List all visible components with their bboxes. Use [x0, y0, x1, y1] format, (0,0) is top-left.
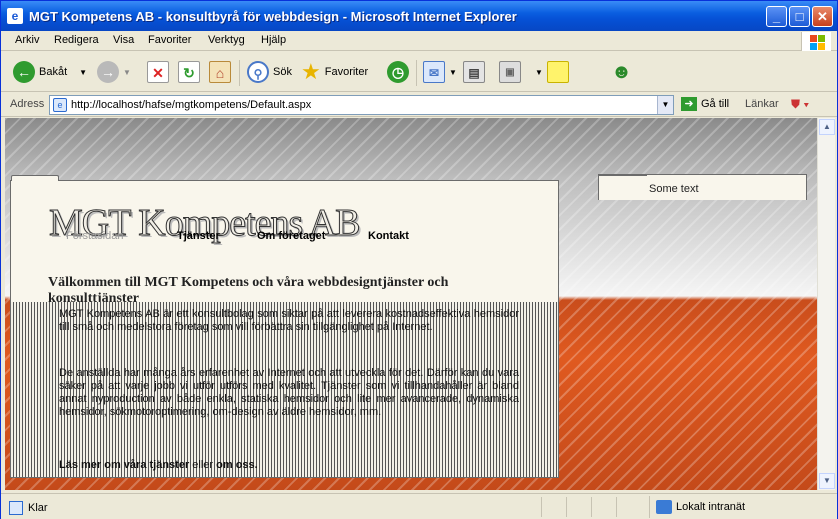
links-button[interactable]: Länkar	[745, 98, 779, 110]
address-dropdown-icon[interactable]: ▼	[657, 96, 673, 114]
scroll-down-arrow-icon[interactable]: ▼	[819, 473, 835, 489]
refresh-icon: ↻	[178, 61, 200, 83]
page-icon: e	[53, 98, 67, 112]
body-panel: MGT Kompetens AB är ett konsultbolag som…	[10, 302, 559, 478]
minimize-button[interactable]: _	[766, 6, 787, 27]
forward-dropdown-icon[interactable]: ▼	[123, 68, 131, 77]
messenger-button[interactable]: ☻	[611, 59, 632, 85]
menu-arkiv[interactable]: Arkiv	[15, 34, 39, 46]
search-label: Sök	[273, 66, 292, 78]
links-addon-icon[interactable]: ⛊ ▾	[791, 97, 809, 112]
stop-button[interactable]: ✕	[147, 59, 173, 85]
page-status-icon	[9, 501, 23, 515]
refresh-button[interactable]: ↻	[178, 59, 204, 85]
go-arrow-icon: ➜	[681, 97, 697, 111]
panel-tab	[11, 175, 59, 181]
forward-button[interactable]: → ▼	[97, 59, 131, 85]
address-url[interactable]: http://localhost/hafse/mgtkompetens/Defa…	[71, 99, 311, 111]
nav-tjanster[interactable]: Tjänster	[177, 230, 220, 242]
close-button[interactable]: ✕	[812, 6, 833, 27]
nav-kontakt[interactable]: Kontakt	[368, 230, 409, 242]
status-label: Klar	[28, 502, 48, 514]
security-zone: Lokalt intranät	[649, 496, 835, 518]
go-button[interactable]: ➜ Gå till	[681, 97, 729, 111]
maximize-button[interactable]: □	[789, 6, 810, 27]
edit-icon: ▣	[499, 61, 521, 83]
edit-button[interactable]: ▣ ▼	[499, 59, 543, 85]
edit-dropdown-icon[interactable]: ▼	[535, 68, 543, 77]
search-button[interactable]: ⚲ Sök	[247, 59, 292, 85]
menu-favoriter[interactable]: Favoriter	[148, 34, 191, 46]
menu-bar: Arkiv Redigera Visa Favoriter Verktyg Hj…	[1, 31, 837, 51]
about-link[interactable]: om oss.	[216, 459, 258, 471]
favorites-button[interactable]: ★ Favoriter	[301, 59, 368, 85]
menu-verktyg[interactable]: Verktyg	[208, 34, 245, 46]
menu-redigera[interactable]: Redigera	[54, 34, 99, 46]
back-button[interactable]: ← Bakåt ▼	[13, 59, 87, 85]
vertical-scrollbar[interactable]: ▲ ▼	[817, 118, 835, 490]
nav-forstasidan[interactable]: Förstasidan	[66, 230, 123, 242]
side-text: Some text	[649, 183, 699, 195]
messenger-icon: ☻	[611, 60, 633, 83]
title-bar: e MGT Kompetens AB - konsultbyrå för web…	[1, 1, 837, 31]
intro-paragraph: MGT Kompetens AB är ett konsultbolag som…	[59, 308, 519, 333]
back-dropdown-icon[interactable]: ▼	[79, 68, 87, 77]
menu-hjalp[interactable]: Hjälp	[261, 34, 286, 46]
address-label: Adress	[10, 98, 45, 110]
nav-om-foretaget[interactable]: Om företaget	[257, 230, 325, 242]
mail-dropdown-icon[interactable]: ▼	[449, 68, 457, 77]
history-button[interactable]: ◷	[387, 59, 413, 85]
header-panel: MGT Kompetens AB Förstasidan Tjänster Om…	[10, 175, 559, 306]
mail-button[interactable]: ✉ ▼	[423, 59, 457, 85]
print-icon: ▤	[463, 61, 485, 83]
experience-paragraph: De anställda har många års erfarenhet av…	[59, 367, 519, 418]
search-icon: ⚲	[247, 61, 269, 83]
intranet-icon	[656, 500, 672, 514]
page-viewport: MGT Kompetens AB Förstasidan Tjänster Om…	[5, 118, 817, 490]
address-input[interactable]: e http://localhost/hafse/mgtkompetens/De…	[49, 95, 674, 115]
favorites-label: Favoriter	[324, 66, 369, 78]
side-box: Some text	[598, 174, 807, 200]
forward-arrow-icon: →	[97, 61, 119, 83]
ie-icon: e	[7, 8, 23, 24]
note-icon	[547, 61, 569, 83]
discuss-button[interactable]	[547, 59, 573, 85]
go-label: Gå till	[701, 98, 730, 110]
star-icon: ★	[301, 59, 321, 84]
address-bar: Adress e http://localhost/hafse/mgtkompe…	[1, 93, 837, 117]
side-tab	[599, 174, 647, 178]
services-link[interactable]: Läs mer om våra tjänster	[59, 459, 189, 471]
back-arrow-icon: ←	[13, 61, 35, 83]
history-icon: ◷	[387, 61, 409, 83]
toolbar: ← Bakåt ▼ → ▼ ✕ ↻ ⌂ ⚲ Sök ★ Favoriter ◷	[1, 52, 837, 92]
scroll-up-arrow-icon[interactable]: ▲	[819, 119, 835, 135]
home-icon: ⌂	[209, 61, 231, 83]
mail-icon: ✉	[423, 61, 445, 83]
status-bar: Klar Lokalt intranät	[1, 493, 837, 519]
browser-window: e MGT Kompetens AB - konsultbyrå för web…	[0, 0, 838, 519]
stop-icon: ✕	[147, 61, 169, 83]
window-title: MGT Kompetens AB - konsultbyrå för webbd…	[29, 9, 517, 24]
back-label: Bakåt	[39, 66, 68, 78]
status-text: Klar	[9, 501, 48, 515]
read-more-paragraph: Läs mer om våra tjänster eller om oss.	[59, 459, 519, 472]
read-more-conjunction: eller	[189, 459, 217, 471]
menu-visa[interactable]: Visa	[113, 34, 134, 46]
home-button[interactable]: ⌂	[209, 59, 235, 85]
windows-flag-icon	[801, 32, 831, 51]
zone-label: Lokalt intranät	[676, 501, 746, 513]
print-button[interactable]: ▤	[463, 59, 489, 85]
